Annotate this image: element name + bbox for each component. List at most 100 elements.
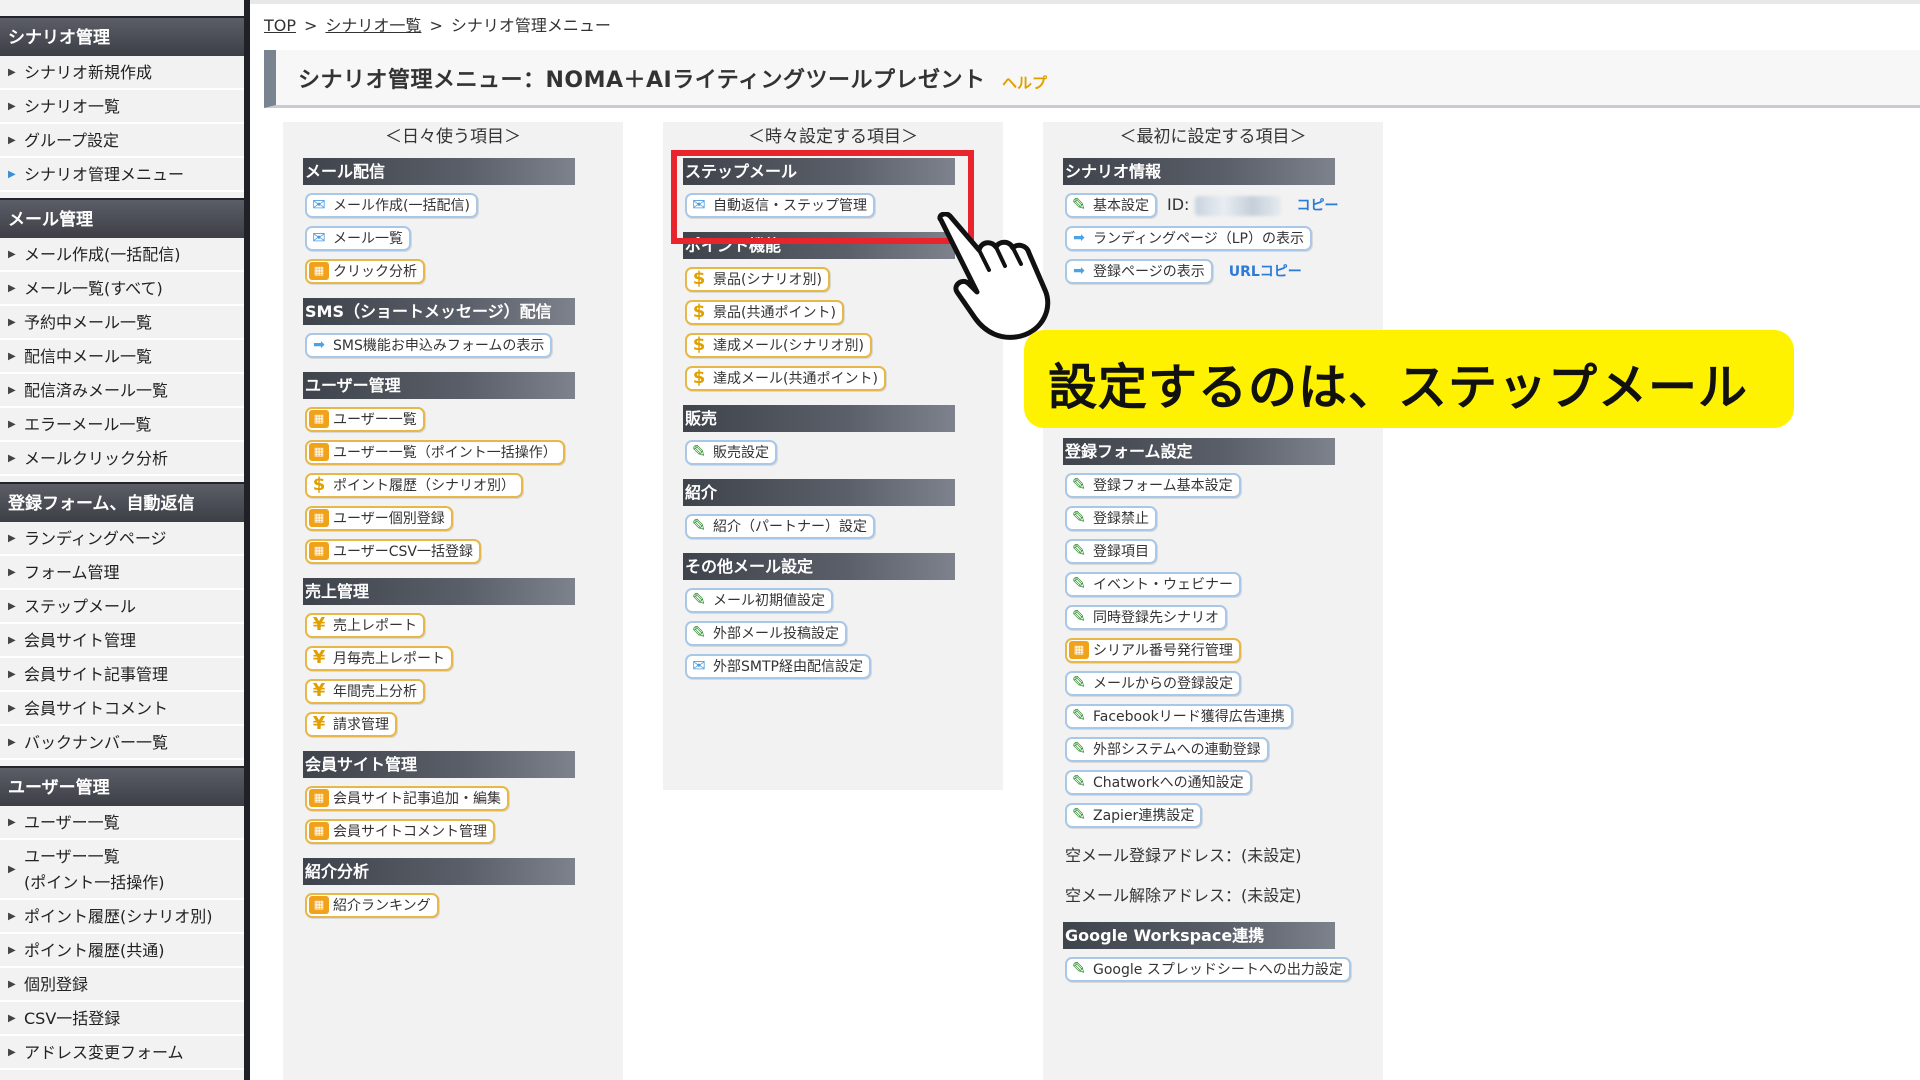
link-member-comments[interactable]: ▦ 会員サイトコメント管理: [305, 819, 495, 844]
pointing-hand-icon: [937, 212, 1051, 340]
sidebar-item-points-common[interactable]: ▶ ポイント履歴(共通): [0, 934, 244, 968]
link-register-fields[interactable]: ✎ 登録項目: [1065, 539, 1157, 564]
sidebar-item-sent-mail[interactable]: ▶ 配信済みメール一覧: [0, 374, 244, 408]
link-external-mail-post[interactable]: ✎ 外部メール投稿設定: [685, 621, 847, 646]
sidebar-item-member-comments[interactable]: ▶ 会員サイトコメント: [0, 692, 244, 726]
sidebar-item-mail-click[interactable]: ▶ メールクリック分析: [0, 442, 244, 476]
sidebar-item-member-articles[interactable]: ▶ 会員サイト記事管理: [0, 658, 244, 692]
chart-icon: ▦: [309, 443, 329, 461]
link-achieve-scenario[interactable]: $ 達成メール(シナリオ別): [685, 333, 872, 358]
sidebar-item-error-mail[interactable]: ▶ エラーメール一覧: [0, 408, 244, 442]
link-click-analysis[interactable]: ▦ クリック分析: [305, 259, 425, 284]
chart-icon: ▦: [309, 410, 329, 428]
link-partner-settings[interactable]: ✎ 紹介（パートナー）設定: [685, 514, 875, 539]
sidebar-item-sending-mail[interactable]: ▶ 配信中メール一覧: [0, 340, 244, 374]
pencil-icon: ✎: [1071, 772, 1087, 792]
sidebar-item-new-scenario[interactable]: ▶ シナリオ新規作成: [0, 56, 244, 90]
section-member-site: 会員サイト管理: [303, 751, 575, 778]
triangle-icon: ▶: [8, 979, 16, 990]
link-annual-analysis[interactable]: ¥ 年間売上分析: [305, 679, 425, 704]
link-prize-common[interactable]: $ 景品(共通ポイント): [685, 300, 844, 325]
link-monthly-report[interactable]: ¥ 月毎売上レポート: [305, 646, 453, 671]
link-basic-settings[interactable]: ✎ 基本設定: [1065, 193, 1157, 218]
link-landing-page[interactable]: ➡ ランディングページ（LP）の表示: [1065, 226, 1312, 251]
copy-id-button[interactable]: コピー: [1297, 195, 1339, 215]
link-user-list-points[interactable]: ▦ ユーザー一覧（ポイント一括操作）: [305, 440, 565, 465]
sidebar-item-form-manage[interactable]: ▶ フォーム管理: [0, 556, 244, 590]
triangle-icon: ▶: [8, 601, 16, 612]
sidebar-heading-users: ユーザー管理: [0, 766, 244, 806]
triangle-icon: ▶: [8, 669, 16, 680]
link-mail-create[interactable]: ✉ メール作成(一括配信): [305, 193, 478, 218]
link-billing[interactable]: ¥ 請求管理: [305, 712, 397, 737]
url-copy-button[interactable]: URLコピー: [1229, 261, 1302, 281]
sidebar-item-group-settings[interactable]: ▶ グループ設定: [0, 124, 244, 158]
link-mail-registration[interactable]: ✎ メールからの登録設定: [1065, 671, 1241, 696]
breadcrumb-top-link[interactable]: TOP: [264, 16, 296, 35]
sidebar-item-member-site[interactable]: ▶ 会員サイト管理: [0, 624, 244, 658]
link-event-webinar[interactable]: ✎ イベント・ウェビナー: [1065, 572, 1241, 597]
link-form-basic[interactable]: ✎ 登録フォーム基本設定: [1065, 473, 1241, 498]
sidebar-item-backnumber[interactable]: ▶ バックナンバー一覧: [0, 726, 244, 760]
breadcrumb-scenario-list-link[interactable]: シナリオ一覧: [325, 16, 421, 35]
sidebar-item-mail-create[interactable]: ▶ メール作成(一括配信): [0, 238, 244, 272]
sidebar-item-user-list-points[interactable]: ▶ ユーザー一覧 (ポイント一括操作): [0, 840, 244, 900]
link-simultaneous-scenario[interactable]: ✎ 同時登録先シナリオ: [1065, 605, 1227, 630]
triangle-icon: ▶: [8, 1047, 16, 1058]
chart-icon: ▦: [309, 822, 329, 840]
highlight-box: [671, 150, 974, 244]
link-prize-scenario[interactable]: $ 景品(シナリオ別): [685, 267, 830, 292]
empty-mail-register-address: 空メール登録アドレス：(未設定): [1065, 846, 1302, 865]
link-google-sheets[interactable]: ✎ Google スプレッドシートへの出力設定: [1065, 957, 1351, 982]
breadcrumb-current: シナリオ管理メニュー: [450, 16, 611, 35]
section-other-mail: その他メール設定: [683, 553, 955, 580]
link-sales-report[interactable]: ¥ 売上レポート: [305, 613, 425, 638]
link-achieve-common[interactable]: $ 達成メール(共通ポイント): [685, 366, 886, 391]
sidebar-item-scenario-list[interactable]: ▶ シナリオ一覧: [0, 90, 244, 124]
section-register-form: 登録フォーム設定: [1063, 438, 1335, 465]
link-serial-number[interactable]: ▦ シリアル番号発行管理: [1065, 638, 1241, 663]
sidebar-item-mail-list-all[interactable]: ▶ メール一覧(すべて): [0, 272, 244, 306]
pencil-icon: ✎: [1071, 508, 1087, 528]
link-user-list[interactable]: ▦ ユーザー一覧: [305, 407, 425, 432]
yen-icon: ¥: [312, 647, 326, 668]
help-link[interactable]: ヘルプ: [1002, 72, 1047, 93]
sidebar-item-csv-reg[interactable]: ▶ CSV一括登録: [0, 1002, 244, 1036]
sidebar-item-scheduled-mail[interactable]: ▶ 予約中メール一覧: [0, 306, 244, 340]
link-user-csv[interactable]: ▦ ユーザーCSV一括登録: [305, 539, 481, 564]
link-point-history[interactable]: $ ポイント履歴（シナリオ別）: [305, 473, 523, 498]
triangle-icon: ▶: [8, 703, 16, 714]
link-referral-ranking[interactable]: ▦ 紹介ランキング: [305, 893, 439, 918]
sidebar-item-landing-page[interactable]: ▶ ランディングページ: [0, 522, 244, 556]
link-external-smtp[interactable]: ✉ 外部SMTP経由配信設定: [685, 654, 871, 679]
sidebar-item-individual-reg[interactable]: ▶ 個別登録: [0, 968, 244, 1002]
link-facebook-lead[interactable]: ✎ Facebookリード獲得広告連携: [1065, 704, 1293, 729]
link-sales-settings[interactable]: ✎ 販売設定: [685, 440, 777, 465]
sidebar-item-points-scenario[interactable]: ▶ ポイント履歴(シナリオ別): [0, 900, 244, 934]
link-external-system[interactable]: ✎ 外部システムへの連動登録: [1065, 737, 1269, 762]
column-header: ＜日々使う項目＞: [385, 127, 521, 147]
link-zapier[interactable]: ✎ Zapier連携設定: [1065, 803, 1203, 828]
link-register-page[interactable]: ➡ 登録ページの表示: [1065, 259, 1213, 284]
triangle-icon: ▶: [8, 945, 16, 956]
triangle-icon: ▶: [8, 635, 16, 646]
triangle-icon: ▶: [8, 385, 16, 396]
pencil-icon: ✎: [1071, 739, 1087, 759]
link-chatwork[interactable]: ✎ Chatworkへの通知設定: [1065, 770, 1252, 795]
dollar-icon: $: [692, 268, 706, 289]
link-sms-form[interactable]: ➡ SMS機能お申込みフォームの表示: [305, 333, 553, 358]
link-member-article-edit[interactable]: ▦ 会員サイト記事追加・編集: [305, 786, 509, 811]
sidebar-item-scenario-menu[interactable]: ▶ シナリオ管理メニュー: [0, 158, 244, 192]
link-mail-defaults[interactable]: ✎ メール初期値設定: [685, 588, 833, 613]
triangle-icon: ▶: [8, 101, 16, 112]
link-mail-list[interactable]: ✉ メール一覧: [305, 226, 411, 251]
link-user-individual[interactable]: ▦ ユーザー個別登録: [305, 506, 453, 531]
link-register-prohibit[interactable]: ✎ 登録禁止: [1065, 506, 1157, 531]
page-title: シナリオ管理メニュー：NOMA＋AIライティングツールプレゼント: [298, 68, 986, 93]
sidebar-item-address-change[interactable]: ▶ アドレス変更フォーム: [0, 1036, 244, 1070]
triangle-icon: ▶: [8, 737, 16, 748]
pencil-icon: ✎: [1071, 805, 1087, 825]
envelope-icon: ✉: [312, 228, 326, 247]
sidebar-item-step-mail[interactable]: ▶ ステップメール: [0, 590, 244, 624]
sidebar-item-user-list[interactable]: ▶ ユーザー一覧: [0, 806, 244, 840]
